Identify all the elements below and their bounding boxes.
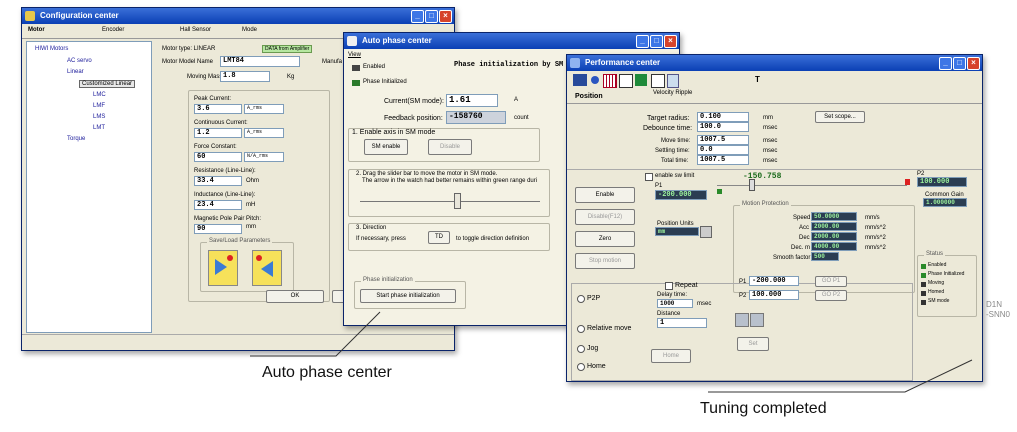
caption-tuning: Tuning completed — [700, 400, 827, 417]
callout-tuning — [708, 359, 973, 393]
caption-auto-phase: Auto phase center — [262, 364, 392, 381]
callout-auto-phase — [250, 311, 381, 357]
side-code-1: D1N — [986, 300, 1003, 309]
side-code-2: -SNN0 — [986, 310, 1011, 319]
callout-lines — [250, 311, 973, 393]
